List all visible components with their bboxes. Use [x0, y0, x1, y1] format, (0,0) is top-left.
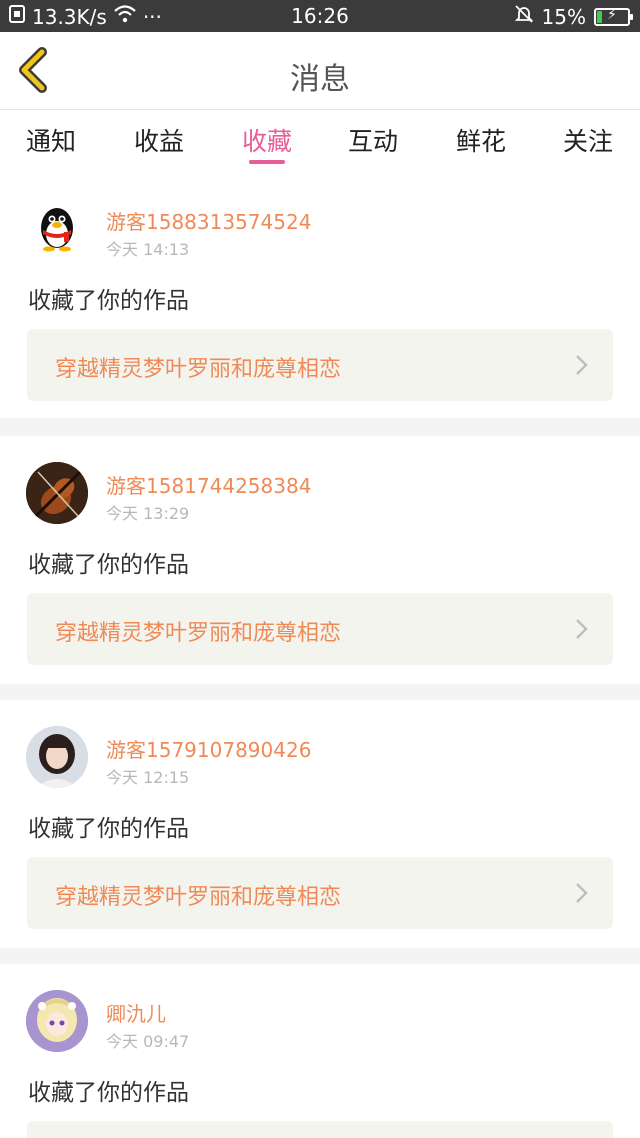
status-bar: 13.3K/s ··· 16:26 15% ⚡	[0, 0, 640, 32]
tab-favorites[interactable]: 收藏	[227, 122, 307, 158]
work-link[interactable]: 穿越精灵梦叶罗丽和庞尊相恋	[27, 857, 613, 929]
tab-notifications[interactable]: 通知	[11, 122, 91, 158]
chevron-right-icon	[576, 883, 588, 903]
tab-follows[interactable]: 关注	[548, 122, 628, 158]
timestamp: 今天 09:47	[106, 1032, 190, 1051]
penguin-avatar[interactable]	[26, 198, 88, 260]
timestamp: 今天 14:13	[106, 240, 190, 259]
page-title: 消息	[290, 62, 350, 97]
work-title: 穿越精灵梦叶罗丽和庞尊相恋	[55, 357, 342, 382]
mute-bell-icon	[514, 4, 534, 29]
tab-earnings[interactable]: 收益	[119, 122, 199, 158]
action-text: 收藏了你的作品	[28, 1080, 189, 1106]
username[interactable]: 游客1581744258384	[106, 470, 311, 499]
work-link[interactable]	[27, 1121, 613, 1138]
username[interactable]: 卿氿儿	[106, 998, 166, 1027]
girl-photo-avatar[interactable]	[26, 726, 88, 788]
app-header: 消息	[0, 32, 640, 110]
work-title: 穿越精灵梦叶罗丽和庞尊相恋	[55, 885, 342, 910]
tab-interactions[interactable]: 互动	[333, 122, 413, 158]
violin-avatar[interactable]	[26, 462, 88, 524]
chevron-right-icon	[576, 355, 588, 375]
chevron-right-icon	[576, 619, 588, 639]
username[interactable]: 游客1588313574524	[106, 206, 311, 235]
anime-girl-avatar[interactable]	[26, 990, 88, 1052]
message-card: 游客1579107890426 今天 12:15 收藏了你的作品 穿越精灵梦叶罗…	[0, 700, 640, 948]
tab-bar: 通知 收益 收藏 互动 鲜花 关注	[0, 110, 640, 170]
battery-percent: 15%	[541, 4, 586, 29]
timestamp: 今天 12:15	[106, 768, 190, 787]
tab-flowers[interactable]: 鲜花	[441, 122, 521, 158]
username[interactable]: 游客1579107890426	[106, 734, 311, 763]
action-text: 收藏了你的作品	[28, 288, 189, 314]
message-card: 卿氿儿 今天 09:47 收藏了你的作品	[0, 964, 640, 1138]
timestamp: 今天 13:29	[106, 504, 190, 523]
message-card: 游客1581744258384 今天 13:29 收藏了你的作品 穿越精灵梦叶罗…	[0, 436, 640, 684]
action-text: 收藏了你的作品	[28, 552, 189, 578]
battery-icon: ⚡	[594, 7, 633, 26]
work-link[interactable]: 穿越精灵梦叶罗丽和庞尊相恋	[27, 593, 613, 665]
action-text: 收藏了你的作品	[28, 816, 189, 842]
active-tab-indicator	[249, 160, 285, 164]
work-link[interactable]: 穿越精灵梦叶罗丽和庞尊相恋	[27, 329, 613, 401]
work-title: 穿越精灵梦叶罗丽和庞尊相恋	[55, 621, 342, 646]
message-card: 游客1588313574524 今天 14:13 收藏了你的作品 穿越精灵梦叶罗…	[0, 170, 640, 418]
